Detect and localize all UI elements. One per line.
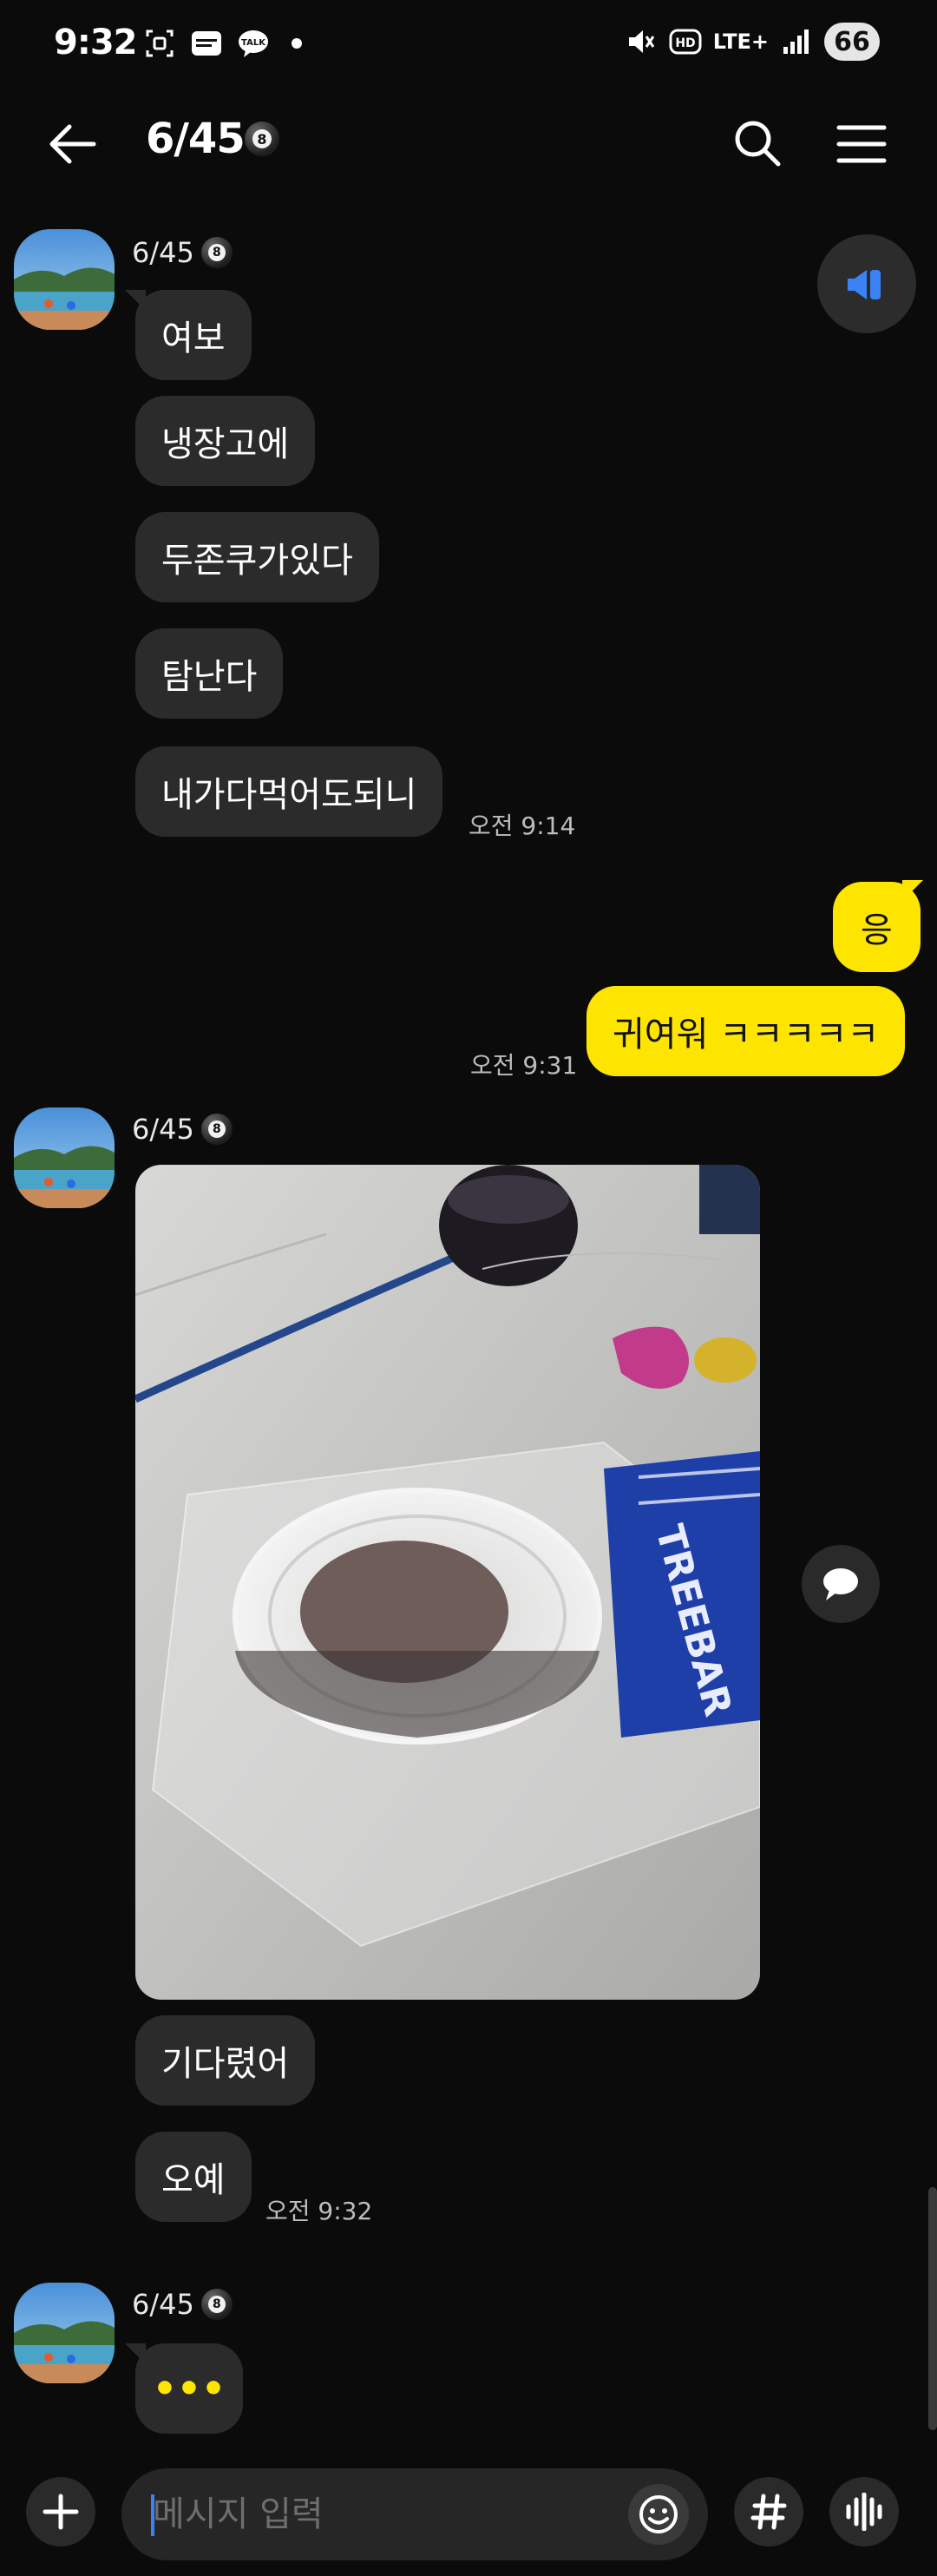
message-input[interactable] (153, 2468, 621, 2560)
back-arrow-icon (49, 124, 96, 164)
eight-ball-icon: 8 (200, 2289, 233, 2320)
message-time: 오전 9:14 (468, 812, 576, 840)
lte-icon: LTE+ (712, 30, 769, 54)
avatar[interactable] (14, 2283, 115, 2383)
voice-button[interactable] (829, 2477, 899, 2546)
avatar-image (14, 2283, 115, 2383)
plus-icon (43, 2494, 79, 2530)
message-bubble[interactable]: 두존쿠가있다 (135, 512, 379, 602)
photo-message[interactable]: TREEBAR (135, 1165, 760, 2000)
talk-icon: TALK (236, 26, 271, 61)
mute-icon (623, 24, 658, 59)
back-button[interactable] (42, 116, 101, 172)
eight-ball-icon: 8 (200, 237, 233, 268)
chat-title: 6/45 (146, 115, 246, 163)
search-button[interactable] (727, 113, 788, 174)
message-time: 오전 9:32 (265, 2197, 373, 2225)
search-icon (735, 121, 781, 167)
chat-header: 6/45 8 (0, 101, 937, 187)
message-bubble[interactable]: 탐난다 (135, 628, 284, 719)
menu-icon (836, 125, 887, 163)
emoji-button[interactable] (628, 2484, 689, 2545)
screenshot-icon (142, 26, 177, 61)
svg-text:TALK: TALK (241, 38, 266, 48)
attach-button[interactable] (26, 2477, 95, 2546)
svg-text:HD: HD (675, 36, 695, 50)
message-input-wrapper[interactable] (121, 2468, 708, 2560)
message-bubble[interactable]: 냉장고에 (135, 396, 316, 486)
signal-icon (779, 24, 814, 59)
my-message-bubble[interactable]: 귀여워 ㅋㅋㅋㅋㅋ (586, 986, 906, 1076)
hd-icon: HD (668, 24, 703, 59)
emoji-icon (639, 2495, 678, 2533)
status-time: 9:32 (54, 23, 137, 62)
sender-name: 6/45 8 (132, 236, 233, 269)
sender-name: 6/45 8 (132, 2288, 233, 2321)
megaphone-icon (848, 270, 881, 299)
avatar[interactable] (14, 1107, 115, 1208)
scrollbar[interactable] (928, 2187, 937, 2430)
sender-name: 6/45 8 (132, 1113, 233, 1146)
dot-icon (292, 38, 302, 49)
message-bubble[interactable]: 오예 (135, 2132, 252, 2222)
photo-image: TREEBAR (135, 1165, 760, 2000)
hashtag-icon (750, 2494, 787, 2530)
notice-button[interactable] (817, 234, 916, 333)
voice-wave-icon (846, 2493, 882, 2531)
battery-icon: 66 (824, 23, 880, 61)
message-time: 오전 9:31 (470, 1051, 578, 1080)
reply-button[interactable] (802, 1545, 880, 1623)
typing-indicator: ••• (135, 2343, 243, 2434)
avatar[interactable] (14, 229, 115, 330)
my-message-bubble[interactable]: 응 (833, 882, 921, 972)
avatar-image (14, 229, 115, 330)
speech-bubble-icon (823, 1568, 858, 1600)
menu-button[interactable] (831, 116, 892, 172)
message-bubble[interactable]: 여보 (135, 290, 252, 380)
avatar-image (14, 1107, 115, 1208)
status-bar: 9:32 TALK HD LTE+ 66 (0, 0, 937, 90)
eight-ball-icon: 8 (245, 122, 279, 156)
hashtag-button[interactable] (734, 2477, 803, 2546)
status-left-icons: TALK (142, 26, 302, 61)
trauma-manager-icon (189, 26, 224, 61)
status-right-icons: HD LTE+ 66 (623, 23, 880, 61)
message-bubble[interactable]: 내가다먹어도되니 (135, 746, 443, 837)
eight-ball-icon: 8 (200, 1114, 233, 1145)
message-bubble[interactable]: 기다렸어 (135, 2015, 316, 2106)
input-bar (0, 2456, 937, 2576)
